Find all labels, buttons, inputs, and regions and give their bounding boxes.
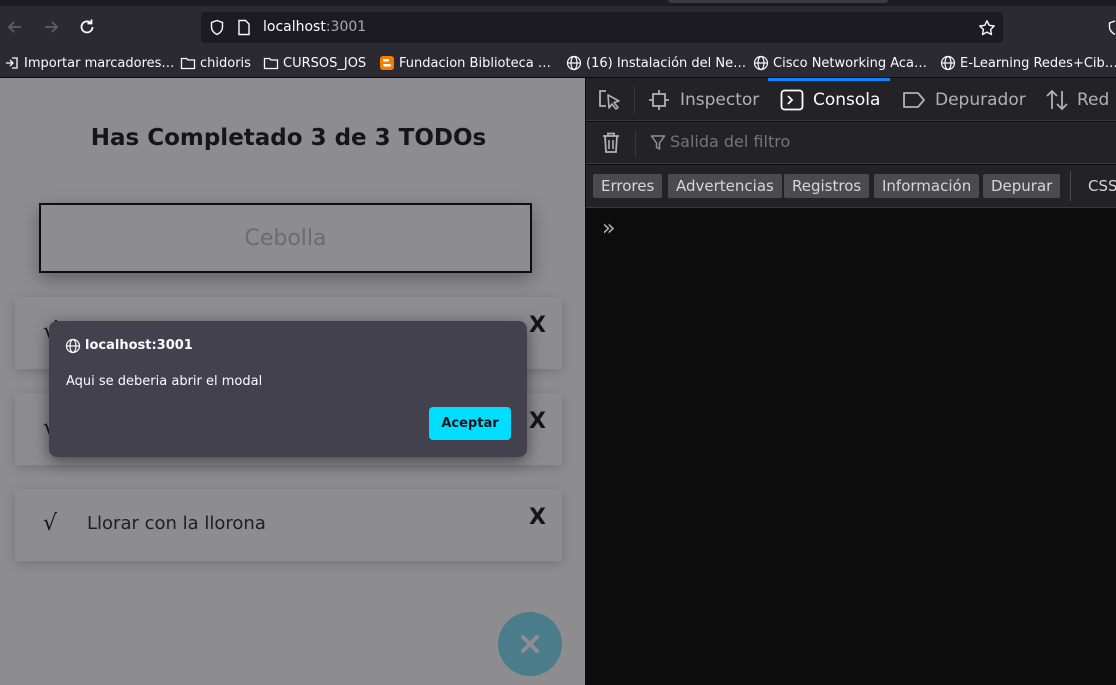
- star-icon[interactable]: [978, 19, 996, 37]
- web-page: Has Completado 3 de 3 TODOs √ X √ X √ Ll…: [0, 78, 585, 685]
- tab-console[interactable]: Consola: [780, 78, 880, 121]
- folder-icon: [180, 55, 196, 71]
- trash-icon[interactable]: [600, 131, 622, 155]
- bookmark-instalacion[interactable]: (16) Instalación del Ne…: [566, 54, 746, 72]
- forward-button[interactable]: [40, 16, 62, 38]
- tab-label: Consola: [813, 89, 881, 110]
- shield-extension-icon[interactable]: [1108, 20, 1116, 36]
- tab-network[interactable]: Red: [1045, 78, 1109, 121]
- filter-errors-button[interactable]: Errores: [593, 174, 663, 198]
- devtools-toolbar: Inspector Consola Depurador Red: [586, 78, 1116, 121]
- tab-debugger[interactable]: Depurador: [902, 78, 1026, 121]
- tab-label: Inspector: [680, 89, 760, 110]
- debugger-icon: [903, 91, 925, 108]
- globe-icon: [940, 55, 956, 71]
- log-level-filters: Errores Advertencias Registros Informaci…: [586, 165, 1116, 208]
- accept-button[interactable]: Aceptar: [429, 407, 511, 440]
- bookmark-elearning[interactable]: E-Learning Redes+Cib…: [940, 54, 1116, 72]
- reload-button[interactable]: [76, 16, 98, 38]
- arrow-right-icon: [45, 21, 59, 33]
- globe-icon: [753, 55, 769, 71]
- filter-input[interactable]: [670, 132, 1070, 151]
- tab-strip-hint: [668, 0, 888, 3]
- page-icon[interactable]: [237, 19, 251, 36]
- bookmark-label: Cisco Networking Aca…: [773, 55, 927, 71]
- url-port: :3001: [325, 19, 367, 35]
- reload-icon: [80, 19, 94, 34]
- filter-warnings-button[interactable]: Advertencias: [668, 174, 782, 198]
- toolbar-divider: [635, 130, 636, 157]
- bookmark-label: (16) Instalación del Ne…: [586, 55, 747, 71]
- dialog-message: Aqui se deberia abrir el modal: [66, 374, 263, 389]
- filter-debug-button[interactable]: Depurar: [983, 174, 1061, 198]
- bookmark-label: CURSOS_JOS: [283, 55, 367, 71]
- bookmark-label: Importar marcadores…: [24, 55, 175, 71]
- toolbar-divider: [1070, 171, 1071, 201]
- console-prompt-icon[interactable]: »: [602, 216, 615, 241]
- element-picker-icon[interactable]: [597, 88, 623, 112]
- arrow-left-icon: [7, 21, 21, 33]
- bookmarks-bar: Importar marcadores… chidoris CURSOS_JOS…: [0, 48, 1116, 78]
- url-bar[interactable]: localhost:3001: [201, 12, 1003, 43]
- bookmark-label: chidoris: [200, 55, 251, 71]
- bookmark-fundacion[interactable]: Fundacion Biblioteca …: [379, 54, 551, 72]
- network-icon: [1046, 89, 1068, 110]
- dialog-origin: localhost:3001: [85, 338, 193, 353]
- tab-label: Depurador: [935, 89, 1026, 110]
- shield-icon[interactable]: [209, 19, 225, 36]
- navigation-bar: localhost:3001: [0, 6, 1116, 48]
- console-filter-bar: [586, 122, 1116, 164]
- bookmark-folder-chidoris[interactable]: chidoris: [180, 54, 251, 72]
- bookmark-folder-cursos[interactable]: CURSOS_JOS: [263, 54, 366, 72]
- tab-inspector[interactable]: Inspector: [648, 78, 759, 121]
- tab-label: Red: [1077, 89, 1110, 110]
- url-host: localhost: [263, 19, 326, 35]
- blogger-icon: [379, 55, 395, 71]
- inspector-icon: [649, 89, 669, 110]
- url-text[interactable]: localhost:3001: [263, 19, 366, 35]
- devtools-panel: Inspector Consola Depurador Red Errores …: [585, 78, 1116, 685]
- globe-icon: [65, 338, 81, 354]
- import-icon: [4, 55, 20, 71]
- alert-dialog: localhost:3001 Aqui se deberia abrir el …: [49, 321, 527, 457]
- filter-info-button[interactable]: Información: [874, 174, 980, 198]
- console-icon: [780, 89, 804, 110]
- filter-css-button[interactable]: CSS: [1088, 174, 1116, 198]
- globe-icon: [566, 55, 582, 71]
- toolbar-divider: [634, 86, 635, 114]
- folder-icon: [263, 55, 279, 71]
- bookmark-label: Fundacion Biblioteca …: [399, 55, 551, 71]
- back-button[interactable]: [4, 16, 26, 38]
- filter-logs-button[interactable]: Registros: [784, 174, 870, 198]
- bookmark-import[interactable]: Importar marcadores…: [4, 54, 174, 72]
- bookmark-label: E-Learning Redes+Cib…: [960, 55, 1116, 71]
- bookmark-cisco[interactable]: Cisco Networking Aca…: [753, 54, 927, 72]
- filter-icon: [650, 135, 666, 150]
